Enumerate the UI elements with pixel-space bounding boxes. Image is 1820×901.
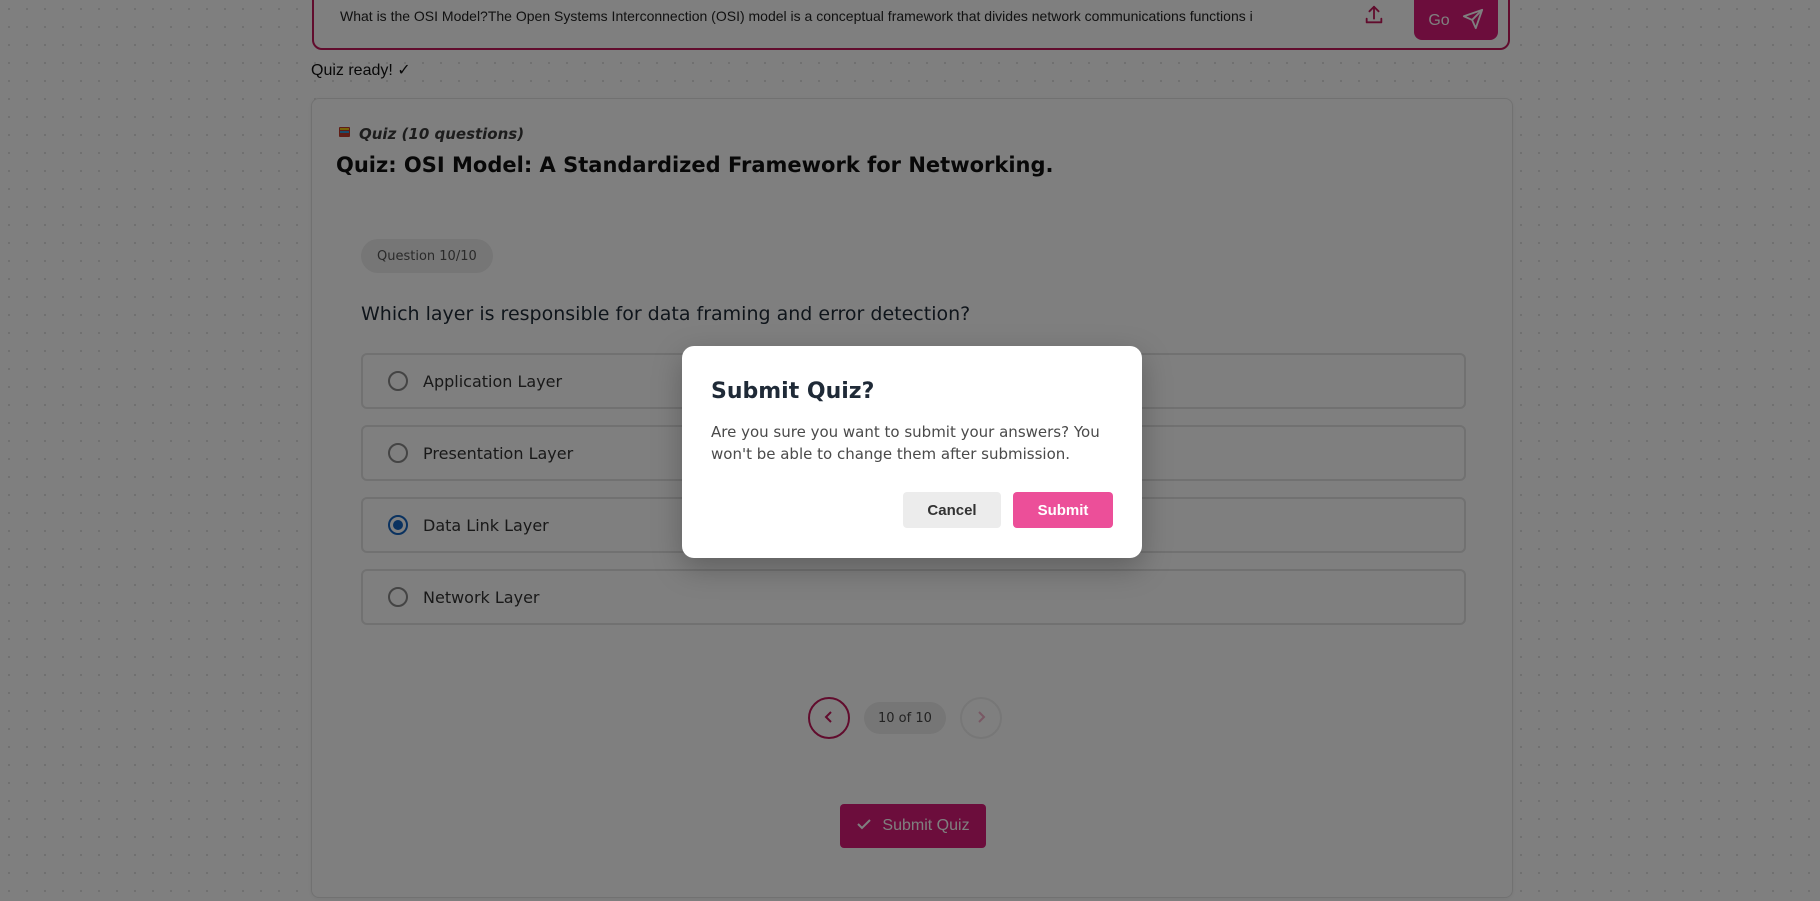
cancel-button[interactable]: Cancel [903,492,1001,528]
dialog-message: Are you sure you want to submit your ans… [711,423,1100,463]
dialog-title: Submit Quiz? [711,379,875,404]
submit-button[interactable]: Submit [1013,492,1113,528]
confirm-dialog: Submit Quiz? Are you sure you want to su… [682,346,1142,558]
